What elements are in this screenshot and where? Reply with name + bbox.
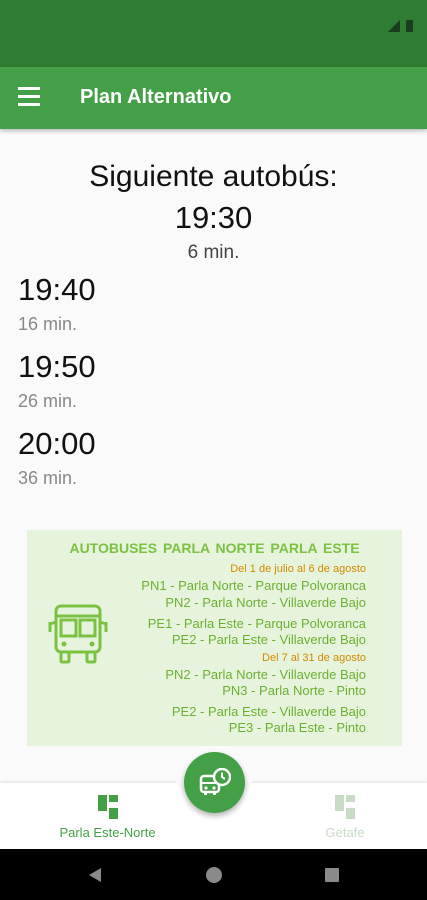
app-title: Plan Alternativo [80,86,232,108]
banner-line: PE3 - Parla Este - Pinto [228,720,366,735]
tab-getafe[interactable]: Getafe [300,795,390,840]
banner-title: AUTOBUSES PARLA NORTE PARLA ESTE [69,540,360,556]
next-bus-label: Siguiente autobús: [89,160,338,193]
system-navigation-bar [0,849,427,900]
home-icon[interactable] [205,866,223,884]
hamburger-menu-icon[interactable] [18,87,44,109]
banner-line: PN2 - Parla Norte - Villaverde Bajo [165,595,366,610]
dashboard-icon [335,795,355,819]
departure-time: 20:00 [18,426,96,461]
next-bus-minutes: 6 min. [187,242,240,263]
bus-schedule-fab[interactable] [184,752,245,813]
departure-item: 19:50 26 min. [18,349,96,412]
departure-minutes: 26 min. [18,391,78,411]
banner-period: Del 7 al 31 de agosto [262,652,366,664]
info-banner[interactable]: AUTOBUSES PARLA NORTE PARLA ESTE Del 1 d… [27,530,402,746]
battery-icon [406,20,413,32]
bus-icon [48,604,108,664]
tab-label: Getafe [325,825,365,840]
app-bar: Plan Alternativo [0,67,427,129]
banner-line: PE1 - Parla Este - Parque Polvoranca [147,616,366,631]
tab-label: Parla Este-Norte [59,825,156,840]
departure-item: 19:40 16 min. [18,272,96,335]
banner-line: PN3 - Parla Norte - Pinto [222,683,366,698]
departure-time: 19:40 [18,272,96,307]
departure-item: 20:00 36 min. [18,426,96,489]
recents-icon[interactable] [323,866,341,884]
banner-line: PE2 - Parla Este - Villaverde Bajo [171,704,366,719]
next-bus-time: 19:30 [174,200,253,235]
departure-minutes: 16 min. [18,314,78,334]
tab-parla-este-norte[interactable]: Parla Este-Norte [45,795,170,840]
banner-line: PE2 - Parla Este - Villaverde Bajo [171,632,366,647]
banner-line: PN2 - Parla Norte - Villaverde Bajo [165,667,366,682]
bus-clock-icon [199,768,231,795]
status-bar [0,0,427,67]
dashboard-icon [97,795,118,819]
banner-line: PN1 - Parla Norte - Parque Polvoranca [141,578,366,593]
departure-time: 19:50 [18,349,96,384]
departure-minutes: 36 min. [18,468,78,488]
signal-icon [388,20,400,32]
banner-period: Del 1 de julio al 6 de agosto [230,563,366,575]
back-icon[interactable] [86,866,104,884]
